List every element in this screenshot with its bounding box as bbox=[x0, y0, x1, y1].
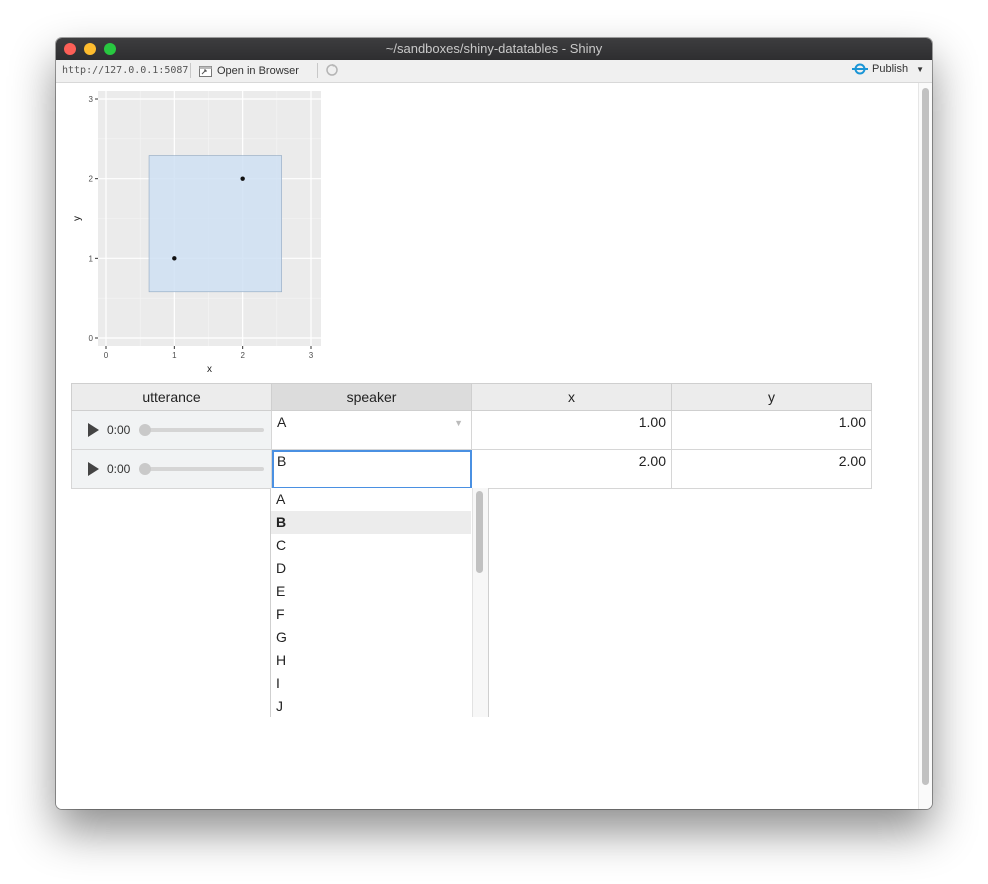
y-tick-label: 0 bbox=[89, 334, 94, 343]
utterance-cell: 0:00 bbox=[71, 410, 272, 450]
close-window-button[interactable] bbox=[64, 43, 76, 55]
play-icon[interactable] bbox=[88, 423, 99, 437]
x-tick-label: 3 bbox=[309, 351, 314, 360]
seek-knob[interactable] bbox=[139, 424, 152, 436]
audio-seek-slider[interactable] bbox=[139, 424, 265, 436]
viewer-toolbar: http://127.0.0.1:5087 Open in Browser Pu… bbox=[56, 60, 932, 83]
x-cell[interactable]: 2.00 bbox=[471, 449, 672, 489]
speaker-cell[interactable]: A ▼ bbox=[271, 410, 472, 450]
data-point[interactable] bbox=[240, 176, 245, 181]
audio-seek-slider[interactable] bbox=[139, 463, 265, 475]
scatter-plot[interactable]: 0 1 2 3 0 1 2 3 x y bbox=[68, 87, 328, 377]
audio-player: 0:00 bbox=[72, 450, 271, 488]
dropdown-option[interactable]: E bbox=[271, 580, 471, 603]
title-bar: ~/sandboxes/shiny-datatables - Shiny bbox=[56, 38, 932, 60]
toolbar-divider bbox=[190, 63, 191, 78]
y-tick-label: 1 bbox=[89, 254, 94, 263]
page-scroll-thumb[interactable] bbox=[922, 88, 929, 785]
data-point[interactable] bbox=[172, 256, 177, 261]
dropdown-option[interactable]: B bbox=[271, 511, 471, 534]
table-row: 0:00 A ▼ 1.00 1.00 bbox=[71, 410, 872, 450]
x-tick-label: 1 bbox=[172, 351, 177, 360]
dropdown-option[interactable]: D bbox=[271, 557, 471, 580]
speaker-input[interactable]: B bbox=[277, 453, 286, 469]
audio-player: 0:00 bbox=[72, 411, 271, 449]
dropdown-option[interactable]: H bbox=[271, 649, 471, 672]
y-tick-label: 2 bbox=[89, 175, 94, 184]
app-content: 01230123xy utterance speaker x y 0:00 A … bbox=[56, 83, 918, 809]
dropdown-option[interactable]: I bbox=[271, 672, 471, 695]
dropdown-scroll-thumb[interactable] bbox=[476, 491, 483, 573]
play-icon[interactable] bbox=[88, 462, 99, 476]
y-cell[interactable]: 1.00 bbox=[671, 410, 872, 450]
column-header-y[interactable]: y bbox=[671, 383, 872, 411]
refresh-icon[interactable] bbox=[325, 63, 339, 77]
audio-time: 0:00 bbox=[107, 462, 131, 476]
brush-selection-rect[interactable] bbox=[148, 155, 282, 293]
dropdown-option[interactable]: A bbox=[271, 488, 471, 511]
x-tick-label: 0 bbox=[104, 351, 109, 360]
x-axis-label: x bbox=[207, 364, 212, 375]
column-header-speaker[interactable]: speaker bbox=[271, 383, 472, 411]
seek-knob[interactable] bbox=[139, 463, 152, 475]
x-cell[interactable]: 1.00 bbox=[471, 410, 672, 450]
url-text: http://127.0.0.1:5087 bbox=[62, 65, 189, 76]
audio-time: 0:00 bbox=[107, 423, 131, 437]
x-tick-label: 2 bbox=[240, 351, 245, 360]
speaker-value: A bbox=[277, 414, 287, 430]
utterance-cell: 0:00 bbox=[71, 449, 272, 489]
dropdown-option[interactable]: C bbox=[271, 534, 471, 557]
y-cell[interactable]: 2.00 bbox=[671, 449, 872, 489]
maximize-window-button[interactable] bbox=[104, 43, 116, 55]
chevron-down-icon[interactable]: ▼ bbox=[916, 65, 924, 74]
y-axis-label: y bbox=[72, 216, 83, 221]
publish-button[interactable]: Publish ▼ bbox=[852, 63, 924, 75]
toolbar-divider bbox=[317, 63, 318, 78]
dropdown-option[interactable]: J bbox=[271, 695, 471, 717]
dropdown-caret-icon[interactable]: ▼ bbox=[454, 418, 463, 428]
y-tick-label: 3 bbox=[89, 95, 94, 104]
window-title: ~/sandboxes/shiny-datatables - Shiny bbox=[385, 41, 603, 56]
dropdown-option[interactable]: F bbox=[271, 603, 471, 626]
publish-label: Publish bbox=[872, 63, 909, 75]
column-header-x[interactable]: x bbox=[471, 383, 672, 411]
column-header-utterance[interactable]: utterance bbox=[71, 383, 272, 411]
data-table: utterance speaker x y 0:00 A ▼ 1.00 1.00… bbox=[71, 383, 872, 489]
publish-icon bbox=[852, 63, 868, 75]
speaker-dropdown-list[interactable]: ABCDEFGHIJ bbox=[270, 488, 489, 717]
open-in-browser-button[interactable]: Open in Browser bbox=[199, 63, 299, 79]
open-in-browser-label: Open in Browser bbox=[217, 65, 299, 77]
app-window: ~/sandboxes/shiny-datatables - Shiny htt… bbox=[56, 38, 932, 809]
table-row: 0:00 B 2.00 2.00 bbox=[71, 449, 872, 489]
dropdown-option[interactable]: G bbox=[271, 626, 471, 649]
speaker-cell-editing[interactable]: B bbox=[271, 449, 472, 489]
minimize-window-button[interactable] bbox=[84, 43, 96, 55]
browser-window-icon bbox=[199, 65, 212, 77]
